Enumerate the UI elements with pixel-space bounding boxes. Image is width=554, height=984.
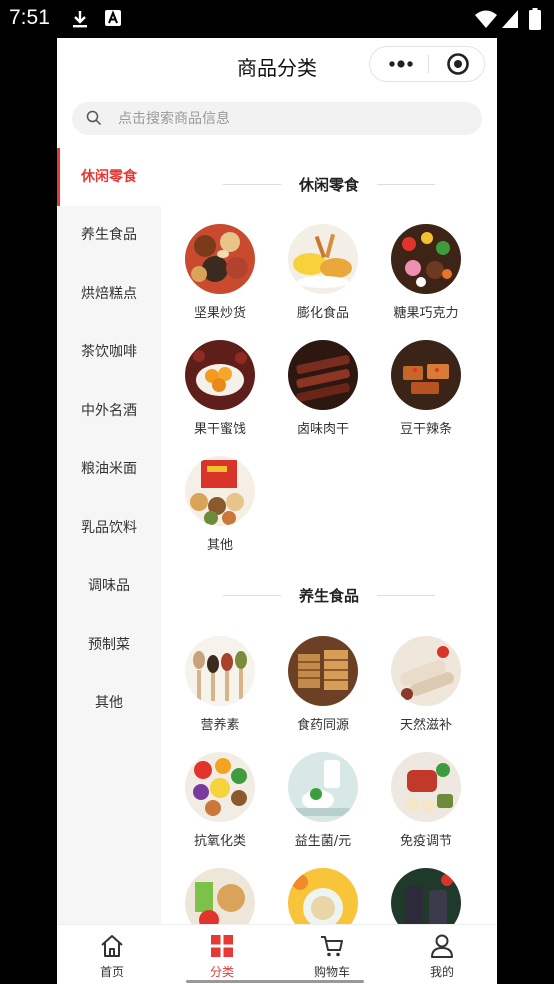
user-icon	[431, 934, 453, 958]
category-item-label: 益生菌/元	[294, 834, 352, 849]
category-item-candy-chocolate[interactable]: 糖果巧克力	[376, 224, 476, 321]
category-item-label: 膨化食品	[296, 306, 349, 321]
tab-label: 购物车	[313, 965, 350, 979]
category-item-partial[interactable]	[273, 868, 373, 924]
sidebar-item-dairy-drinks[interactable]: 乳品饮料	[57, 499, 161, 557]
sidebar-item-bakery[interactable]: 烘焙糕点	[57, 265, 161, 323]
category-content: 休闲零食 坚果炒货 膨化食品 糖果巧克力 果干蜜饯 卤味肉干 豆干辣条 其他 养…	[161, 148, 497, 924]
category-item-label: 其他	[206, 538, 233, 553]
category-item-label: 天然滋补	[399, 718, 452, 733]
tab-home[interactable]: 首页	[57, 925, 167, 984]
tofu-spicy-strips-image	[391, 340, 461, 410]
natural-tonic-image	[391, 636, 461, 706]
tab-label: 我的	[429, 965, 454, 979]
wifi-icon	[475, 10, 497, 28]
more-icon[interactable]	[384, 47, 420, 81]
category-item-partial[interactable]	[170, 868, 270, 924]
sidebar-item-other[interactable]: 其他	[57, 674, 161, 732]
category-item-natural-tonic[interactable]: 天然滋补	[376, 636, 476, 733]
nutrients-image	[185, 636, 255, 706]
sidebar-item-grain-oil[interactable]: 粮油米面	[57, 440, 161, 498]
category-item-label: 营养素	[200, 718, 240, 733]
nuts-image	[185, 224, 255, 294]
font-notification-icon	[105, 10, 121, 26]
category-item-label: 卤味肉干	[296, 422, 349, 437]
category-item-probiotics[interactable]: 益生菌/元	[273, 752, 373, 849]
bottom-tab-bar: 首页 分类 购物车 我的	[57, 924, 497, 984]
section-divider-right	[377, 595, 435, 596]
status-time: 7:51	[9, 6, 50, 29]
category-item-label: 果干蜜饯	[193, 422, 246, 437]
category-item-puffed-food[interactable]: 膨化食品	[273, 224, 373, 321]
tab-category[interactable]: 分类	[167, 925, 277, 984]
sidebar-item-snacks[interactable]: 休闲零食	[57, 148, 161, 206]
search-icon	[86, 110, 102, 126]
category-item-nutrients[interactable]: 营养素	[170, 636, 270, 733]
category-item-dried-fruit[interactable]: 果干蜜饯	[170, 340, 270, 437]
cart-icon	[321, 936, 343, 957]
category-icon	[211, 935, 233, 957]
category-item-immune-regulation[interactable]: 免疫调节	[376, 752, 476, 849]
probiotics-image	[288, 752, 358, 822]
section-title: 休闲零食	[298, 176, 359, 194]
sidebar-item-health-food[interactable]: 养生食品	[57, 206, 161, 264]
category-item-braised-meat[interactable]: 卤味肉干	[273, 340, 373, 437]
partial-item-image	[288, 868, 358, 924]
food-medicine-image	[288, 636, 358, 706]
capsule-divider	[428, 55, 429, 73]
navigation-bar: 商品分类	[57, 38, 497, 94]
dried-fruit-image	[185, 340, 255, 410]
category-item-label: 糖果巧克力	[393, 306, 459, 321]
home-indicator[interactable]	[186, 980, 364, 983]
search-bar[interactable]	[72, 102, 482, 135]
tab-profile[interactable]: 我的	[387, 925, 497, 984]
tab-label: 分类	[209, 965, 234, 979]
category-item-tofu-spicy-strips[interactable]: 豆干辣条	[376, 340, 476, 437]
immune-regulation-image	[391, 752, 461, 822]
battery-icon	[529, 8, 541, 30]
category-item-other-snacks[interactable]: 其他	[170, 456, 270, 553]
status-bar: 7:51	[0, 0, 554, 38]
section-title: 养生食品	[298, 587, 359, 605]
sidebar-item-tea-coffee[interactable]: 茶饮咖啡	[57, 323, 161, 381]
category-item-label: 豆干辣条	[399, 422, 452, 437]
candy-chocolate-image	[391, 224, 461, 294]
sidebar-item-liquor[interactable]: 中外名酒	[57, 382, 161, 440]
category-item-food-medicine[interactable]: 食药同源	[273, 636, 373, 733]
sidebar-item-seasoning[interactable]: 调味品	[57, 557, 161, 615]
tab-label: 首页	[99, 965, 124, 979]
braised-meat-image	[288, 340, 358, 410]
puffed-food-image	[288, 224, 358, 294]
tab-cart[interactable]: 购物车	[277, 925, 387, 984]
category-item-label: 坚果炒货	[193, 306, 246, 321]
download-icon	[73, 11, 87, 28]
category-item-antioxidant[interactable]: 抗氧化类	[170, 752, 270, 849]
category-item-partial[interactable]	[376, 868, 476, 924]
category-item-nuts[interactable]: 坚果炒货	[170, 224, 270, 321]
close-mini-program-icon[interactable]	[446, 52, 470, 76]
mini-program-capsule	[369, 46, 485, 82]
category-item-label: 食药同源	[296, 718, 349, 733]
partial-item-image	[391, 868, 461, 924]
search-input[interactable]	[118, 102, 458, 135]
section-divider-right	[377, 184, 435, 185]
category-sidebar: 休闲零食 养生食品 烘焙糕点 茶饮咖啡 中外名酒 粮油米面 乳品饮料 调味品 预…	[57, 148, 161, 924]
category-item-label: 免疫调节	[399, 834, 452, 849]
antioxidant-image	[185, 752, 255, 822]
category-item-label: 抗氧化类	[193, 834, 246, 849]
app-window: 商品分类 休闲零食 养生食品 烘焙糕点 茶饮咖啡 中外名酒 粮油米面 乳品饮料	[57, 38, 497, 984]
other-snacks-image	[185, 456, 255, 526]
partial-item-image	[185, 868, 255, 924]
sidebar-item-prepared-food[interactable]: 预制菜	[57, 616, 161, 674]
signal-icon	[502, 10, 518, 28]
home-icon	[101, 935, 123, 957]
